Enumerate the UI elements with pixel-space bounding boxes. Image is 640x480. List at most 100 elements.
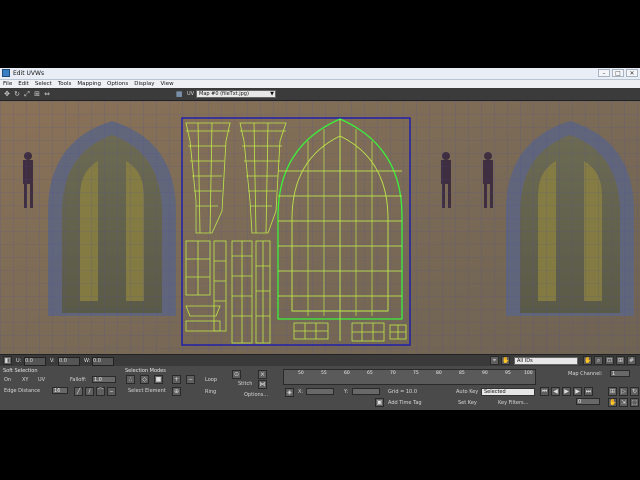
grow-icon[interactable]: +	[172, 375, 181, 384]
w-field[interactable]: 0.0	[92, 357, 114, 366]
play-icon[interactable]: ▶	[562, 387, 571, 396]
falloff-spinner[interactable]: 1.0	[92, 376, 116, 383]
soft-xy-radio[interactable]: XY	[22, 377, 28, 383]
filter-icon[interactable]: ⌖	[490, 356, 499, 365]
go-end-icon[interactable]: ⏭	[584, 387, 593, 396]
zoom-extents-icon[interactable]: ⊞	[616, 356, 625, 365]
pan-view-icon[interactable]: ✋	[608, 398, 617, 407]
stitch-icon[interactable]: ⋈	[258, 380, 267, 389]
tick-55: 55	[321, 371, 327, 376]
rotate-icon[interactable]: ↻	[13, 90, 21, 98]
soft-uv-radio[interactable]: UV	[38, 377, 45, 383]
face-mode-icon[interactable]: ■	[154, 375, 163, 384]
falloff-linear-icon[interactable]: ╱	[74, 387, 83, 396]
soft-on-radio[interactable]: On	[4, 377, 11, 383]
stitch-label: Stitch	[238, 381, 253, 387]
ring-button[interactable]: Ring	[205, 389, 216, 395]
uv-grid	[0, 101, 640, 354]
prev-frame-icon[interactable]: ◀	[551, 387, 560, 396]
hand-icon[interactable]: ✋	[583, 356, 592, 365]
selected-value: Selected	[484, 389, 506, 395]
menu-tools[interactable]: Tools	[55, 80, 75, 88]
add-time-tag-button[interactable]: Add Time Tag	[388, 400, 422, 406]
auto-key-button[interactable]: Auto Key	[456, 389, 478, 395]
x-label: X:	[298, 389, 304, 395]
zoom-icon[interactable]: ⌕	[594, 356, 603, 365]
app-icon	[2, 69, 10, 77]
move-icon[interactable]: ✥	[3, 90, 11, 98]
tick-80: 80	[436, 371, 442, 376]
go-start-icon[interactable]: ⏮	[540, 387, 549, 396]
select-by-icon[interactable]: ⊕	[172, 387, 181, 396]
falloff-fast-icon[interactable]: ⌣	[107, 387, 116, 396]
menu-options[interactable]: Options	[104, 80, 131, 88]
lock-icon[interactable]: ◧	[3, 356, 12, 365]
freeform-icon[interactable]: ⊞	[33, 90, 41, 98]
zoom-region-icon[interactable]: ⊡	[605, 356, 614, 365]
menu-view[interactable]: View	[158, 80, 177, 88]
v-label: V:	[50, 358, 55, 364]
falloff-smooth-icon[interactable]: ∕	[85, 387, 94, 396]
uv-toolbar: ✥ ↻ ⤢ ⊞ ⇔ ▦ UV Map #0 (fileTxt.jpg) ▼	[0, 88, 640, 101]
time-tag-icon[interactable]: ▣	[375, 398, 384, 407]
title-bar: Edit UVWs – □ ✕	[0, 68, 640, 80]
edge-distance-spinner[interactable]: 16	[52, 387, 68, 394]
key-filters-button[interactable]: Key Filters...	[498, 400, 528, 406]
menu-mapping[interactable]: Mapping	[74, 80, 104, 88]
pan-icon[interactable]: ✋	[501, 356, 510, 365]
map-channel-spinner[interactable]: 1	[610, 370, 630, 377]
id-filter-dropdown[interactable]: All IDs	[514, 357, 578, 365]
vertex-mode-icon[interactable]: ∴	[126, 375, 135, 384]
close-button[interactable]: ✕	[626, 69, 638, 77]
tick-60: 60	[344, 371, 350, 376]
key-mode-icon[interactable]: ◈	[285, 388, 294, 397]
grid-snap-icon[interactable]: #	[627, 356, 636, 365]
x-field[interactable]	[306, 388, 334, 395]
edge-mode-icon[interactable]: ◇	[140, 375, 149, 384]
letterbox-top	[0, 0, 640, 68]
checker-icon[interactable]: ▦	[176, 90, 184, 98]
chevron-down-icon: ▼	[270, 91, 274, 97]
edge-distance-checkbox[interactable]: Edge Distance	[4, 388, 40, 394]
set-key-button[interactable]: Set Key	[458, 400, 477, 406]
orbit-icon[interactable]: ↻	[630, 387, 639, 396]
weld-icon[interactable]: ⊙	[232, 370, 241, 379]
menu-select[interactable]: Select	[32, 80, 55, 88]
walk-icon[interactable]: ⇲	[619, 398, 628, 407]
loop-button[interactable]: Loop	[205, 377, 217, 383]
tick-95: 95	[505, 371, 511, 376]
time-slider[interactable]: 50 55 60 65 70 75 80 85 90 95 100	[283, 369, 536, 385]
zoom-extents-all-icon[interactable]: ⊞	[608, 387, 617, 396]
uv-label: UV	[187, 91, 195, 97]
falloff-label: Falloff:	[70, 377, 87, 383]
tick-65: 65	[367, 371, 373, 376]
u-field[interactable]: 0.0	[24, 357, 46, 366]
next-frame-icon[interactable]: ▶	[573, 387, 582, 396]
v-field[interactable]: 0.0	[58, 357, 80, 366]
mirror-icon[interactable]: ⇔	[43, 90, 51, 98]
grid-value: Grid = 10.0	[388, 389, 417, 395]
selection-modes-title: Selection Modes	[125, 368, 166, 374]
shrink-icon[interactable]: −	[186, 375, 195, 384]
falloff-slow-icon[interactable]: ⌒	[96, 387, 105, 396]
tick-100: 100	[524, 371, 533, 376]
map-channel-label: Map Channel:	[568, 371, 603, 377]
maximize-viewport-icon[interactable]: ⬚	[630, 398, 639, 407]
minimize-button[interactable]: –	[598, 69, 610, 77]
maximize-button[interactable]: □	[612, 69, 624, 77]
frame-field[interactable]: 0	[576, 398, 600, 405]
uv-canvas[interactable]	[0, 101, 640, 354]
field-of-view-icon[interactable]: ▷	[619, 387, 628, 396]
tick-75: 75	[413, 371, 419, 376]
tick-85: 85	[459, 371, 465, 376]
options-button[interactable]: Options...	[244, 392, 268, 398]
scale-icon[interactable]: ⤢	[23, 90, 31, 98]
selected-dropdown[interactable]: Selected	[481, 388, 535, 396]
texture-map-dropdown[interactable]: Map #0 (fileTxt.jpg) ▼	[196, 90, 276, 98]
y-field[interactable]	[352, 388, 380, 395]
select-element-checkbox[interactable]: Select Element	[128, 388, 166, 394]
menu-file[interactable]: File	[0, 80, 15, 88]
break-icon[interactable]: ⨯	[258, 370, 267, 379]
menu-display[interactable]: Display	[131, 80, 157, 88]
menu-edit[interactable]: Edit	[15, 80, 32, 88]
